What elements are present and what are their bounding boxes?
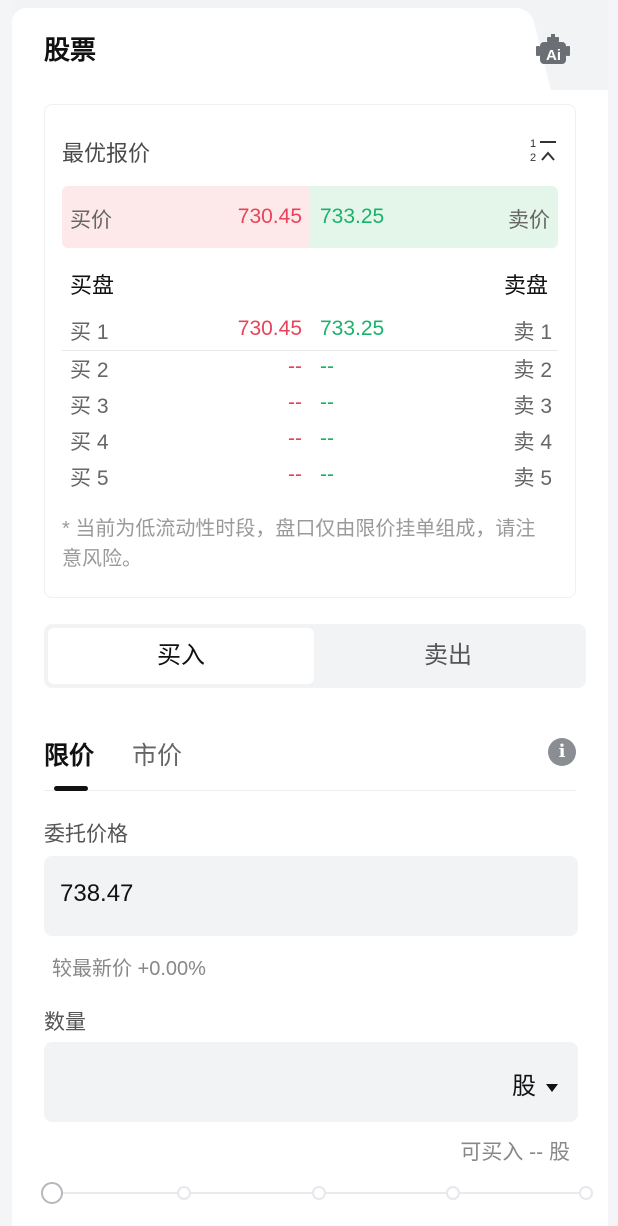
tab-market-order[interactable]: 市价: [132, 736, 182, 772]
best-bid-label: 买价: [70, 209, 112, 232]
quantity-unit-label: 股: [512, 1073, 536, 1100]
price-change-note: 较最新价 +0.00%: [52, 958, 206, 980]
order-book-level-1[interactable]: 买 1 730.45 733.25 卖 1: [70, 316, 552, 350]
best-price-bar: 买价 730.45 733.25 卖价: [62, 186, 558, 248]
level-bid-price: 730.45: [237, 317, 302, 340]
order-book-level-2[interactable]: 买 2 -- -- 卖 2: [70, 354, 552, 388]
level-ask-price: --: [320, 391, 334, 414]
level-ask-label: 卖 1: [513, 321, 552, 344]
right-edge: [608, 0, 618, 1226]
quantity-slider-thumb[interactable]: [41, 1182, 63, 1204]
price-value: 738.47: [60, 880, 134, 907]
level-bid-label: 买 4: [70, 431, 109, 454]
level-ask-price: --: [320, 463, 334, 486]
slider-step-50[interactable]: [312, 1186, 326, 1200]
best-ask[interactable]: 733.25 卖价: [310, 186, 558, 248]
order-book-level-5[interactable]: 买 5 -- -- 卖 5: [70, 462, 552, 496]
quantity-unit-select[interactable]: 股: [512, 1066, 558, 1101]
price-label: 委托价格: [44, 823, 128, 846]
trade-side-toggle: 买入 卖出: [44, 624, 586, 688]
level-ask-label: 卖 4: [513, 431, 552, 454]
ask-side-label: 卖盘: [504, 273, 549, 298]
best-ask-label: 卖价: [508, 209, 550, 232]
order-book-level-3[interactable]: 买 3 -- -- 卖 3: [70, 390, 552, 424]
buy-tab[interactable]: 买入: [48, 628, 314, 684]
liquidity-notice: * 当前为低流动性时段，盘口仅由限价挂单组成，请注意风险。: [62, 518, 536, 570]
robot-ai-icon[interactable]: Ai: [536, 34, 570, 64]
level-bid-price: --: [288, 391, 302, 414]
level-divider: [62, 350, 558, 351]
quantity-label: 数量: [44, 1011, 86, 1034]
slider-step-100[interactable]: [579, 1186, 593, 1200]
price-input[interactable]: 738.47: [44, 856, 578, 936]
tab-limit-order[interactable]: 限价: [44, 736, 94, 772]
available-quantity: 可买入 -- 股: [460, 1141, 570, 1164]
level-ask-label: 卖 2: [513, 359, 552, 382]
level-ask-price: --: [320, 355, 334, 378]
quantity-input[interactable]: 股: [44, 1042, 578, 1122]
level-ask-price: --: [320, 427, 334, 450]
svg-text:1: 1: [530, 138, 536, 150]
level-bid-label: 买 5: [70, 467, 109, 490]
level-bid-price: --: [288, 463, 302, 486]
best-bid-price: 730.45: [237, 205, 302, 228]
level-ask-label: 卖 3: [513, 395, 552, 418]
best-ask-price: 733.25: [320, 205, 385, 228]
caret-down-icon: [546, 1083, 558, 1092]
info-icon[interactable]: i: [548, 738, 576, 766]
level-bid-label: 买 3: [70, 395, 109, 418]
quote-title: 最优报价: [62, 141, 151, 166]
left-edge: [0, 0, 12, 1226]
order-book-level-4[interactable]: 买 4 -- -- 卖 4: [70, 426, 552, 460]
level-ask-label: 卖 5: [513, 467, 552, 490]
level-bid-label: 买 2: [70, 359, 109, 382]
tab-stocks-label: 股票: [44, 35, 97, 65]
slider-step-75[interactable]: [446, 1186, 460, 1200]
active-tab-indicator: [54, 786, 88, 791]
level-bid-price: --: [288, 355, 302, 378]
bid-side-label: 买盘: [70, 273, 115, 298]
level-bid-label: 买 1: [70, 321, 109, 344]
best-bid[interactable]: 买价 730.45: [62, 186, 310, 248]
level-ask-price: 733.25: [320, 317, 385, 340]
sort-icon[interactable]: 1 2: [528, 136, 560, 164]
svg-text:2: 2: [530, 152, 536, 164]
sell-tab[interactable]: 卖出: [314, 628, 582, 684]
level-bid-price: --: [288, 427, 302, 450]
slider-step-25[interactable]: [177, 1186, 191, 1200]
svg-text:Ai: Ai: [546, 47, 561, 64]
order-type-divider: [44, 790, 576, 791]
